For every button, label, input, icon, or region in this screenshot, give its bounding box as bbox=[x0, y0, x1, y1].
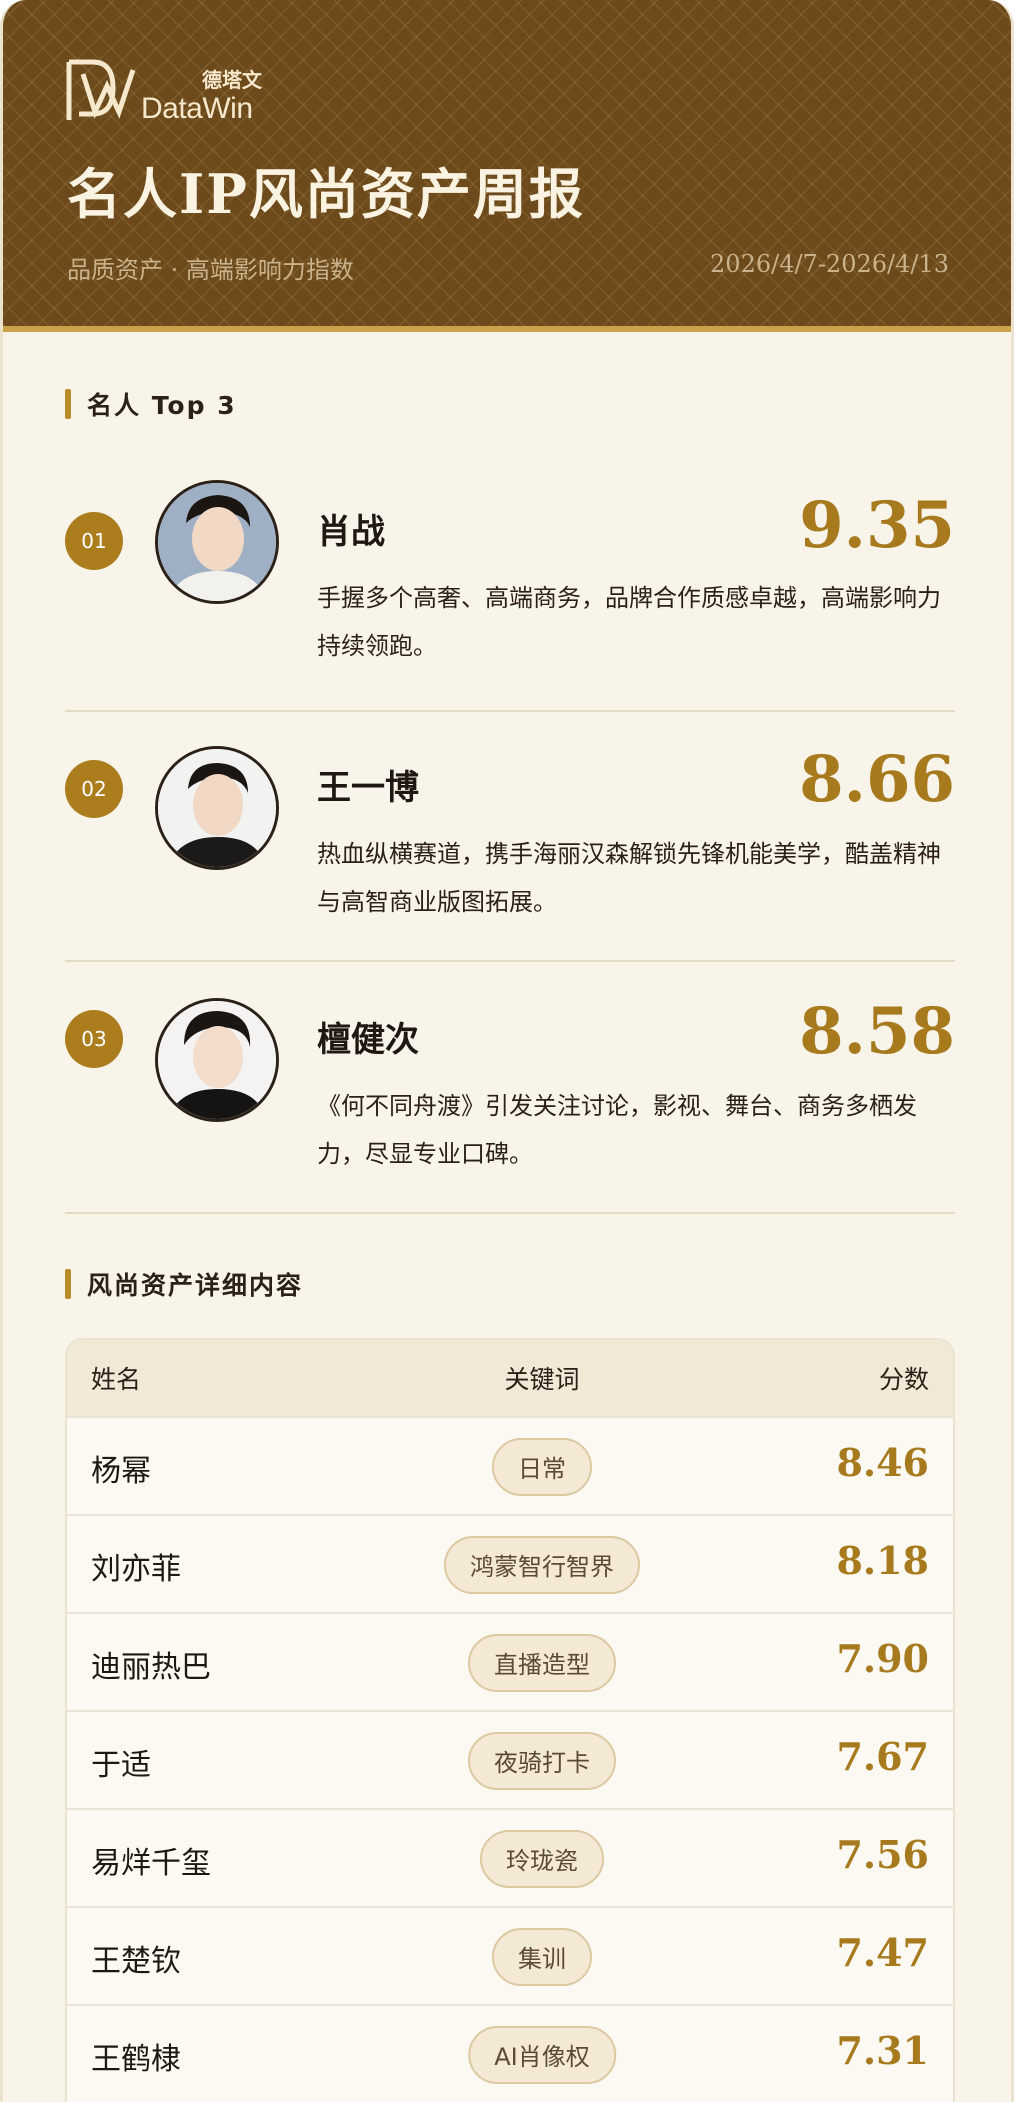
column-header-name: 姓名 bbox=[91, 1365, 142, 1394]
column-header-keyword: 关键词 bbox=[504, 1365, 580, 1394]
row-score: 8.46 bbox=[836, 1440, 929, 1485]
keyword-tag: 鸿蒙智行智界 bbox=[444, 1536, 640, 1594]
keyword-tag: 玲珑瓷 bbox=[480, 1830, 604, 1888]
logo-english-text: DataWin bbox=[141, 92, 253, 125]
person-avatar-icon bbox=[158, 749, 276, 867]
top-item[interactable]: 01 肖战 9.35 手握多个高奢、高端商务，品牌合作质感卓越，高端影响力持续领… bbox=[65, 480, 955, 690]
row-name: 于适 bbox=[91, 1748, 151, 1783]
datawin-logo: 德塔文 DataWin bbox=[65, 56, 275, 126]
celebrity-description: 《何不同舟渡》引发关注讨论，影视、舞台、商务多栖发力，尽显专业口碑。 bbox=[317, 1092, 917, 1168]
row-score: 7.67 bbox=[836, 1734, 929, 1779]
celebrity-name: 王一博 bbox=[317, 768, 419, 808]
top-item[interactable]: 02 王一博 8.66 热血纵横赛道，携手海丽汉森解锁先锋机能美学，酷盖精神与高… bbox=[65, 742, 955, 960]
table-row[interactable]: 于适 夜骑打卡 7.67 bbox=[67, 1710, 953, 1808]
keyword-tag: 直播造型 bbox=[468, 1634, 616, 1692]
divider bbox=[65, 960, 955, 962]
person-avatar-icon bbox=[158, 1001, 276, 1119]
celebrity-name: 肖战 bbox=[317, 512, 385, 552]
keyword-tag: 集训 bbox=[492, 1928, 592, 1986]
rank-badge: 03 bbox=[65, 1010, 123, 1068]
keyword-tag: 夜骑打卡 bbox=[468, 1732, 616, 1790]
divider bbox=[65, 710, 955, 712]
table-row[interactable]: 易烊千玺 玲珑瓷 7.56 bbox=[67, 1808, 953, 1906]
divider bbox=[65, 1212, 955, 1214]
score-value: 9.35 bbox=[799, 488, 955, 563]
page-subtitle: 品质资产 · 高端影响力指数 bbox=[67, 256, 354, 284]
top-item[interactable]: 03 檀健次 8.58 《何不同舟渡》引发关注讨论，影视、舞台、商务多栖发力，尽… bbox=[65, 994, 955, 1210]
table-row[interactable]: 王楚钦 集训 7.47 bbox=[67, 1906, 953, 2004]
celebrity-description: 手握多个高奢、高端商务，品牌合作质感卓越，高端影响力持续领跑。 bbox=[317, 584, 941, 660]
row-name: 刘亦菲 bbox=[91, 1552, 181, 1587]
person-avatar-icon bbox=[158, 483, 276, 601]
table-row[interactable]: 刘亦菲 鸿蒙智行智界 8.18 bbox=[67, 1514, 953, 1612]
avatar bbox=[155, 480, 279, 604]
keyword-tag: 日常 bbox=[492, 1438, 592, 1496]
avatar bbox=[155, 998, 279, 1122]
score-value: 8.58 bbox=[799, 994, 955, 1069]
row-name: 王鹤棣 bbox=[91, 2042, 181, 2077]
row-name: 迪丽热巴 bbox=[91, 1650, 211, 1685]
keyword-tag: AI肖像权 bbox=[468, 2026, 616, 2084]
row-score: 7.90 bbox=[836, 1636, 929, 1681]
details-table: 姓名 关键词 分数 杨幂 日常 8.46 刘亦菲 鸿蒙智行智界 8.18 迪丽热… bbox=[65, 1338, 955, 2102]
score-value: 8.66 bbox=[799, 742, 955, 817]
avatar bbox=[155, 746, 279, 870]
row-name: 易烊千玺 bbox=[91, 1846, 211, 1881]
table-row[interactable]: 杨幂 日常 8.46 bbox=[67, 1416, 953, 1514]
row-name: 杨幂 bbox=[91, 1454, 151, 1489]
celebrity-name: 檀健次 bbox=[317, 1020, 419, 1060]
table-header: 姓名 关键词 分数 bbox=[67, 1340, 953, 1416]
datawin-logo-icon bbox=[66, 59, 136, 120]
table-row[interactable]: 迪丽热巴 直播造型 7.90 bbox=[67, 1612, 953, 1710]
row-score: 7.47 bbox=[836, 1930, 929, 1975]
row-score: 7.56 bbox=[836, 1832, 929, 1877]
celebrity-description: 热血纵横赛道，携手海丽汉森解锁先锋机能美学，酷盖精神与高智商业版图拓展。 bbox=[317, 840, 941, 916]
header-banner: 德塔文 DataWin 名人IP风尚资产周报 品质资产 · 高端影响力指数 20… bbox=[3, 0, 1011, 332]
rank-badge: 01 bbox=[65, 512, 123, 570]
logo-chinese-text: 德塔文 bbox=[202, 68, 262, 92]
column-header-score: 分数 bbox=[878, 1365, 929, 1394]
row-score: 7.31 bbox=[836, 2028, 929, 2073]
page-title: 名人IP风尚资产周报 bbox=[67, 162, 585, 226]
row-name: 王楚钦 bbox=[91, 1944, 181, 1979]
date-range: 2026/4/7-2026/4/13 bbox=[710, 250, 949, 278]
details-section-title: 风尚资产详细内容 bbox=[65, 1266, 303, 1302]
row-score: 8.18 bbox=[836, 1538, 929, 1583]
top3-section-title: 名人 Top 3 bbox=[65, 386, 237, 422]
report-card: 德塔文 DataWin 名人IP风尚资产周报 品质资产 · 高端影响力指数 20… bbox=[0, 0, 1014, 2102]
rank-badge: 02 bbox=[65, 760, 123, 818]
table-row[interactable]: 王鹤棣 AI肖像权 7.31 bbox=[67, 2004, 953, 2102]
